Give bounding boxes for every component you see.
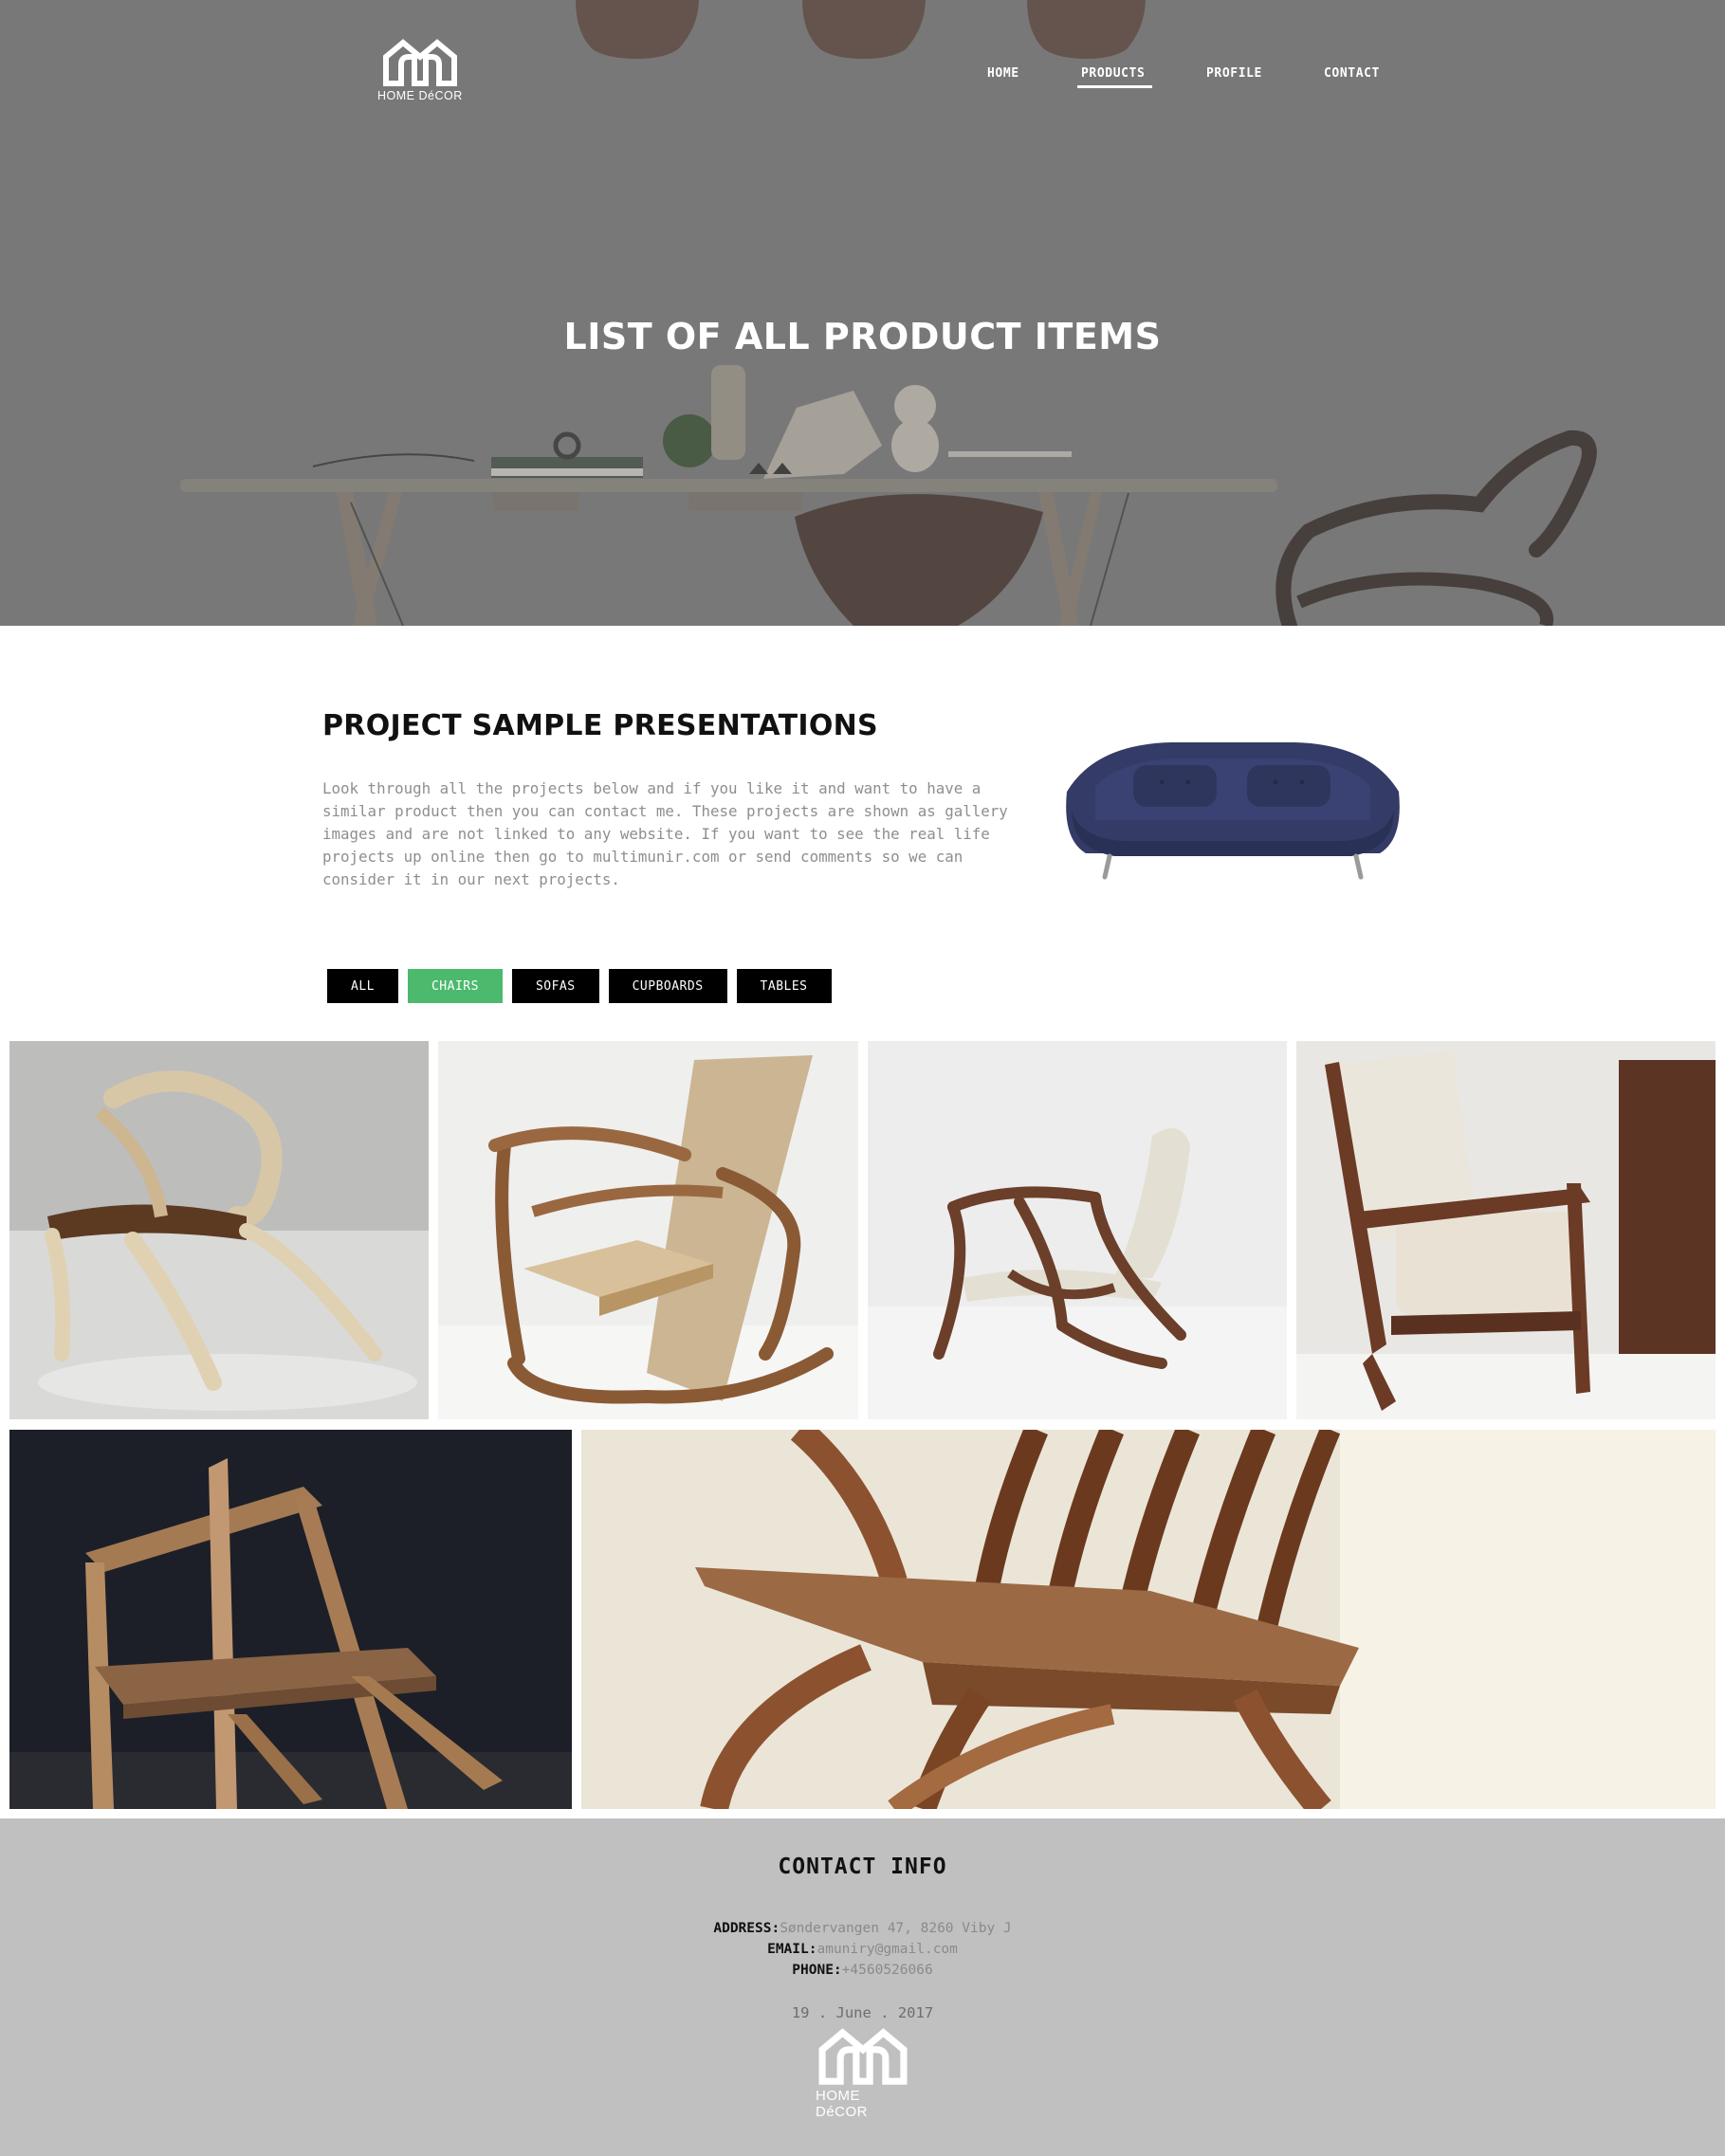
hero-background-image bbox=[0, 0, 1725, 626]
address-label: ADDRESS: bbox=[713, 1921, 780, 1936]
filter-tables-button[interactable]: TABLES bbox=[736, 969, 832, 1003]
filter-all-button[interactable]: ALL bbox=[327, 969, 398, 1003]
contact-footer: CONTACT INFO ADDRESS:Søndervangen 47, 82… bbox=[0, 1818, 1725, 2156]
hero-banner: HOME DéCOR HOME PRODUCTS PROFILE CONTACT… bbox=[0, 0, 1725, 626]
hero-title: LIST OF ALL PRODUCT ITEMS bbox=[563, 316, 1162, 357]
logo-text: HOME DéCOR bbox=[816, 2088, 869, 2120]
angular-wood-chair-image bbox=[9, 1430, 572, 1809]
upholstered-armchair-image bbox=[1296, 1041, 1716, 1419]
filter-sofas-button[interactable]: SOFAS bbox=[511, 969, 599, 1003]
email-line: EMAIL:amuniry@gmail.com bbox=[0, 1942, 1725, 1957]
footer-title: CONTACT INFO bbox=[778, 1855, 947, 1879]
section-title: PROJECT SAMPLE PRESENTATIONS bbox=[322, 709, 878, 742]
logo-text: HOME DéCOR bbox=[377, 89, 463, 102]
filter-chairs-button[interactable]: CHAIRS bbox=[407, 969, 503, 1003]
nav-home-link[interactable]: HOME bbox=[987, 66, 1019, 81]
sofa-image bbox=[1066, 742, 1400, 880]
footer-logo[interactable]: HOME DéCOR bbox=[816, 2027, 910, 2120]
gallery-item[interactable] bbox=[1296, 1041, 1716, 1419]
section-description: Look through all the projects below and … bbox=[322, 779, 1008, 888]
phone-line: PHONE:+4560526066 bbox=[0, 1963, 1725, 1978]
gallery-item[interactable] bbox=[438, 1041, 858, 1419]
nav-products-link[interactable]: PRODUCTS bbox=[1076, 66, 1153, 88]
category-filter-bar: ALL CHAIRS SOFAS CUPBOARDS TABLES bbox=[327, 969, 832, 1003]
email-label: EMAIL: bbox=[767, 1942, 817, 1957]
footer-date: 19 . June . 2017 bbox=[791, 2004, 934, 2021]
house-logo-icon bbox=[818, 2028, 908, 2085]
nav-profile-link[interactable]: PROFILE bbox=[1206, 66, 1262, 81]
nav-contact-link[interactable]: CONTACT bbox=[1324, 66, 1380, 81]
filter-cupboards-button[interactable]: CUPBOARDS bbox=[608, 969, 727, 1003]
gallery-item[interactable] bbox=[581, 1430, 1716, 1809]
address-line: ADDRESS:Søndervangen 47, 8260 Viby J bbox=[0, 1921, 1725, 1936]
address-value: Søndervangen 47, 8260 Viby J bbox=[780, 1921, 1012, 1936]
phone-value[interactable]: +4560526066 bbox=[842, 1963, 933, 1978]
gallery-item[interactable] bbox=[868, 1041, 1287, 1419]
phone-label: PHONE: bbox=[792, 1963, 842, 1978]
header-logo[interactable]: HOME DéCOR bbox=[377, 38, 463, 102]
house-logo-icon bbox=[382, 39, 457, 86]
gallery-item[interactable] bbox=[9, 1041, 429, 1419]
lounge-chair-image bbox=[868, 1041, 1287, 1419]
sculptural-wood-chair-image bbox=[9, 1041, 429, 1419]
curved-wood-chair-closeup-image bbox=[581, 1430, 1716, 1809]
email-value[interactable]: amuniry@gmail.com bbox=[817, 1942, 957, 1957]
rocking-chair-image bbox=[438, 1041, 858, 1419]
gallery-item[interactable] bbox=[9, 1430, 572, 1809]
